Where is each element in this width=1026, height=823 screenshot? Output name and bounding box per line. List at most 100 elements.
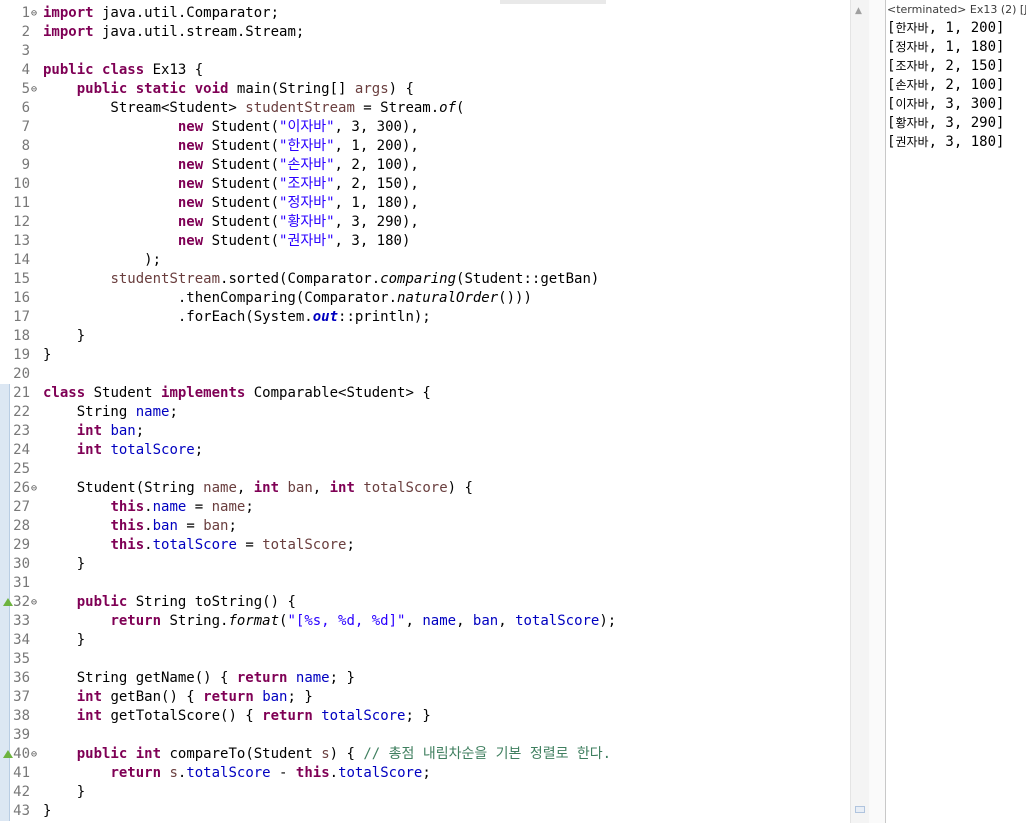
- code-line[interactable]: );: [43, 251, 161, 270]
- code-line[interactable]: this.ban = ban;: [43, 517, 237, 536]
- code-token: getTotalScore() {: [102, 708, 263, 724]
- line-number: 13: [13, 233, 30, 249]
- code-token: name: [203, 480, 237, 496]
- code-token: , 2, 150),: [334, 176, 419, 192]
- fold-toggle-icon[interactable]: ⊖: [31, 80, 39, 99]
- code-line[interactable]: this.name = name;: [43, 498, 253, 517]
- code-line[interactable]: studentStream.sorted(Comparator.comparin…: [43, 270, 599, 289]
- code-line[interactable]: import java.util.stream.Stream;: [43, 23, 304, 42]
- code-line[interactable]: int getBan() { return ban; }: [43, 688, 313, 707]
- override-marker-icon[interactable]: [3, 598, 13, 606]
- code-line[interactable]: public static void main(String[] args) {: [43, 80, 414, 99]
- console-view[interactable]: <terminated> Ex13 (2) [Ja [한자바, 1, 200][…: [887, 0, 1026, 823]
- code-line[interactable]: }: [43, 555, 85, 574]
- code-token: new: [177, 214, 204, 230]
- code-line[interactable]: new Student("한자바", 1, 200),: [43, 137, 419, 156]
- code-line[interactable]: new Student("이자바", 3, 300),: [43, 118, 419, 137]
- code-line[interactable]: .thenComparing(Comparator.naturalOrder()…: [43, 289, 532, 308]
- code-token: public: [76, 594, 128, 610]
- code-line[interactable]: new Student("황자바", 3, 290),: [43, 213, 419, 232]
- scroll-position-marker[interactable]: [855, 806, 865, 813]
- line-number: 25: [13, 461, 30, 477]
- code-line[interactable]: return s.totalScore - this.totalScore;: [43, 764, 430, 783]
- fold-toggle-icon[interactable]: ⊖: [31, 479, 39, 498]
- code-line[interactable]: }: [43, 802, 51, 821]
- code-line[interactable]: int totalScore;: [43, 441, 203, 460]
- code-token: public: [76, 746, 128, 762]
- code-line[interactable]: new Student("권자바", 3, 180): [43, 232, 411, 251]
- code-line[interactable]: class Student implements Comparable<Stud…: [43, 384, 431, 403]
- overview-ruler[interactable]: [869, 0, 886, 823]
- line-number: 37: [13, 689, 30, 705]
- line-number: 29: [13, 537, 30, 553]
- line-number: 11: [13, 195, 30, 211]
- override-marker-icon[interactable]: [3, 750, 13, 758]
- code-token: ": [326, 214, 335, 230]
- console-line: [황자바, 3, 290]: [887, 114, 1004, 133]
- fold-toggle-icon[interactable]: ⊖: [31, 4, 39, 23]
- line-number: 14: [13, 252, 30, 268]
- line-number: 27: [13, 499, 30, 515]
- code-token: 정자바: [287, 195, 327, 211]
- code-line[interactable]: String name;: [43, 403, 178, 422]
- code-token: ;: [169, 404, 178, 420]
- code-token: ) {: [447, 480, 473, 496]
- code-token: , 3, 180): [334, 233, 411, 249]
- code-token: import: [43, 24, 94, 40]
- code-line[interactable]: new Student("손자바", 2, 100),: [43, 156, 419, 175]
- code-line[interactable]: this.totalScore = totalScore;: [43, 536, 354, 555]
- editor-vertical-scrollbar[interactable]: ▲: [850, 0, 869, 823]
- code-token: Stream<Student>: [43, 100, 246, 116]
- code-line[interactable]: }: [43, 346, 51, 365]
- code-line[interactable]: public int compareTo(Student s) { // 총점 …: [43, 745, 611, 764]
- code-line[interactable]: int ban;: [43, 422, 144, 441]
- code-token: new: [177, 233, 204, 249]
- code-token: name: [135, 404, 170, 420]
- code-line[interactable]: import java.util.Comparator;: [43, 4, 279, 23]
- code-line[interactable]: new Student("조자바", 2, 150),: [43, 175, 419, 194]
- code-line[interactable]: return String.format("[%s, %d, %d]", nam…: [43, 612, 616, 631]
- code-token: ": [326, 157, 335, 173]
- code-token: comparing: [380, 271, 457, 287]
- code-line[interactable]: .forEach(System.out::println);: [43, 308, 431, 327]
- code-line[interactable]: }: [43, 783, 85, 802]
- code-token: Student(: [203, 157, 280, 173]
- fold-toggle-icon[interactable]: ⊖: [31, 593, 39, 612]
- java-editor[interactable]: 1 ⊖ 2 3 4 5 ⊖ 6 7 8 9 10 11 12 13 14 15 16 17 18 19 20 21 22 23 2…: [0, 0, 886, 823]
- code-token: (Student::getBan): [456, 271, 600, 287]
- code-token: Student(: [203, 195, 280, 211]
- code-line[interactable]: public class Ex13 {: [43, 61, 203, 80]
- code-token: int: [253, 480, 280, 496]
- code-token: ::println);: [338, 309, 431, 325]
- code-line[interactable]: String getName() { return name; }: [43, 669, 355, 688]
- code-line[interactable]: int getTotalScore() { return totalScore;…: [43, 707, 431, 726]
- line-number-gutter[interactable]: 1 ⊖ 2 3 4 5 ⊖ 6 7 8 9 10 11 12 13 14 15 16 17 18 19 20 21 22 23 2…: [0, 4, 40, 823]
- code-line[interactable]: public String toString() {: [43, 593, 296, 612]
- code-token: Student: [85, 385, 162, 401]
- code-line[interactable]: Stream<Student> studentStream = Stream.o…: [43, 99, 464, 118]
- code-line[interactable]: }: [43, 631, 85, 650]
- code-token: class: [102, 62, 145, 78]
- console-token: 한자바: [895, 21, 929, 35]
- fold-toggle-icon[interactable]: ⊖: [31, 745, 39, 764]
- code-token: }: [43, 632, 86, 648]
- code-line[interactable]: }: [43, 327, 85, 346]
- code-line[interactable]: Student(String name, int ban, int totalS…: [43, 479, 473, 498]
- code-token: ;: [228, 518, 237, 534]
- console-token: , 3, 180]: [928, 134, 1005, 150]
- code-token: }: [43, 803, 52, 819]
- code-line[interactable]: new Student("정자바", 1, 180),: [43, 194, 419, 213]
- code-token: 한자바: [287, 138, 327, 154]
- scroll-up-arrow-icon[interactable]: ▲: [855, 6, 862, 16]
- code-token: 이자바: [287, 119, 327, 135]
